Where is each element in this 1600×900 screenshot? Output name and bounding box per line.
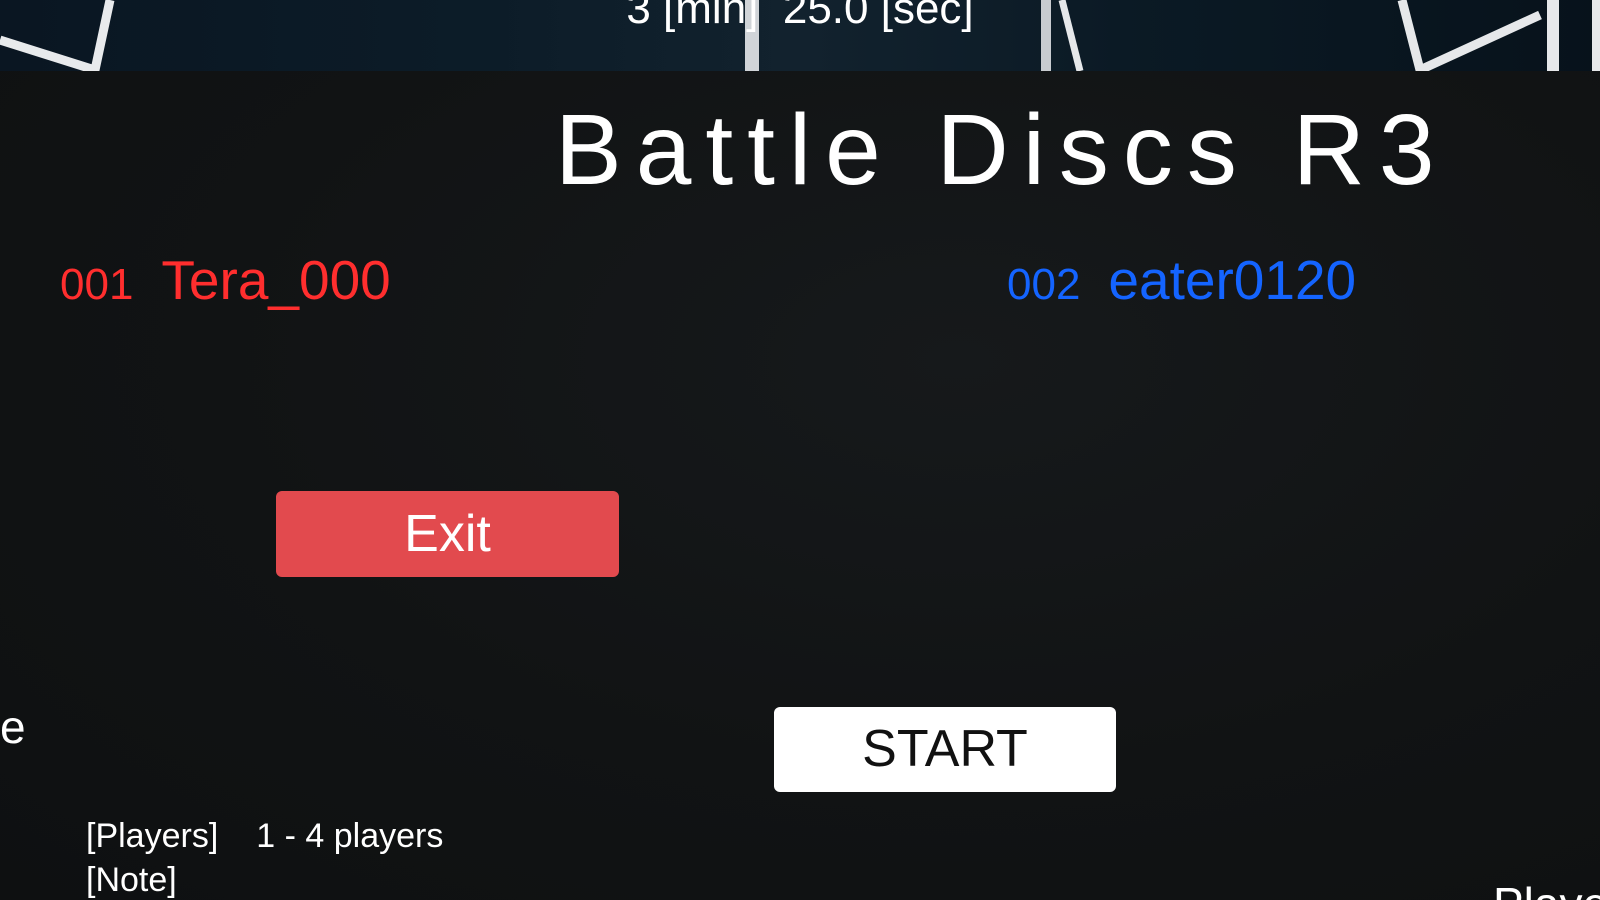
game-lobby-screen: 3 [min] 25.0 [sec] Battle Discs R3 001 Te…	[0, 0, 1600, 900]
players-info-row: [Players] 1 - 4 players	[86, 814, 443, 858]
players-value: 1 - 4 players	[256, 817, 444, 855]
timer-minutes: 3 [min]	[626, 0, 759, 33]
note-label: [Note]	[86, 861, 177, 899]
offscreen-label-left: e	[0, 701, 26, 753]
player-name: Tera_000	[161, 249, 391, 311]
player-slot-1: 001 Tera_000	[60, 248, 391, 311]
start-button[interactable]: START	[774, 707, 1116, 792]
player-number: 002	[1007, 260, 1081, 309]
exit-button[interactable]: Exit	[276, 491, 619, 577]
player-number: 001	[60, 260, 134, 309]
player-slot-2: 002 eater0120	[1007, 248, 1356, 311]
match-timer: 3 [min] 25.0 [sec]	[0, 0, 1600, 34]
players-label: [Players]	[86, 817, 219, 855]
game-info: [Players] 1 - 4 players [Note]	[86, 814, 443, 900]
offscreen-label-right: Playe	[1493, 877, 1600, 900]
player-name: eater0120	[1108, 249, 1357, 311]
arena-backdrop: 3 [min] 25.0 [sec]	[0, 0, 1600, 71]
note-row: [Note]	[86, 858, 443, 900]
timer-seconds: 25.0 [sec]	[782, 0, 974, 33]
game-title: Battle Discs R3	[555, 94, 1449, 206]
